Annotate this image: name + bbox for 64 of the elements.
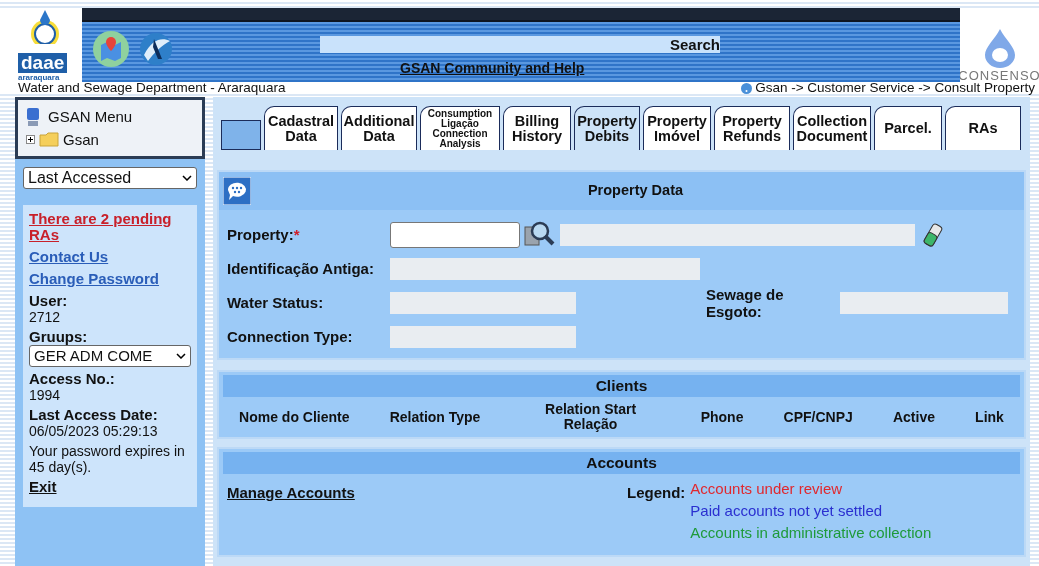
computer-icon: [26, 107, 40, 128]
search-bar[interactable]: Search: [320, 36, 720, 53]
legend-item: Paid accounts not yet settled: [690, 501, 884, 521]
community-link[interactable]: GSAN Community and Help: [400, 58, 585, 79]
manage-accounts-link[interactable]: Manage Accounts: [227, 482, 627, 544]
last-accessed-select[interactable]: Last Accessed: [23, 167, 197, 189]
required-marker: *: [293, 225, 300, 243]
tree-item[interactable]: Gsan: [63, 128, 99, 151]
section-title: Accounts: [223, 452, 1020, 474]
section-title: Property Data: [586, 181, 685, 201]
chevron-down-icon: [182, 175, 192, 181]
field-label: Water Status:: [227, 292, 325, 313]
field-value: 06/05/2023 05:29:13: [29, 423, 159, 439]
folder-icon: [39, 132, 59, 148]
tab[interactable]: Consumption Ligação Connection Analysis: [420, 106, 500, 150]
property-input[interactable]: [390, 222, 520, 248]
tab[interactable]: Parcel.: [874, 106, 942, 150]
department-name: Water and Sewage Department - Araraquara: [18, 82, 286, 94]
field-value: 1994: [29, 387, 62, 403]
group-select[interactable]: GER ADM COME: [29, 345, 191, 367]
globe-icon[interactable]: [138, 31, 174, 67]
tab-scroll-left[interactable]: [221, 120, 261, 150]
tab[interactable]: Cadastral Data: [264, 106, 338, 150]
breadcrumb: Gsan -> Customer Service -> Consult Property: [755, 82, 1035, 94]
tab[interactable]: Property Debits: [574, 106, 640, 150]
water-drop-icon: [982, 27, 1017, 69]
exit-link[interactable]: Exit: [29, 479, 191, 495]
field-label: Identificação Antiga:: [227, 258, 375, 279]
sidebar-link[interactable]: Contact Us: [29, 249, 191, 265]
sidebar-link[interactable]: Change Password: [29, 271, 191, 287]
legend-label: Legend:: [627, 483, 686, 503]
chat-icon[interactable]: [223, 177, 251, 205]
field-label: Connection Type:: [227, 326, 354, 347]
field-label: Last Access Date:: [29, 407, 159, 423]
column-header: Relation Type: [389, 409, 481, 425]
column-header: CPF/CNPJ: [783, 409, 853, 425]
field-label: Property:: [227, 225, 294, 243]
tab[interactable]: Collection Document: [793, 106, 871, 150]
map-pin-icon[interactable]: [93, 31, 129, 67]
tab[interactable]: RAs: [945, 106, 1021, 150]
daae-logo: daae araraquara: [0, 8, 82, 82]
column-header: Phone: [700, 409, 744, 425]
field-label: Gruups:: [29, 329, 89, 345]
tab[interactable]: Property Imóvel: [643, 106, 711, 150]
chevron-down-icon: [176, 353, 186, 359]
field-label: Access No.:: [29, 371, 116, 387]
expand-icon[interactable]: [26, 135, 35, 145]
tab[interactable]: Billing History: [503, 106, 571, 150]
legend-item: Accounts in administrative collection: [690, 523, 932, 543]
field-value: 2712: [29, 309, 62, 325]
column-header: Relation Start Relação: [544, 402, 638, 432]
field-label: User:: [29, 293, 69, 309]
legend-item: Accounts under review: [690, 479, 844, 499]
column-header: Active: [892, 409, 935, 425]
pending-alert-link[interactable]: There are 2 pending RAs: [29, 211, 191, 243]
menu-title: GSAN Menu: [48, 107, 133, 127]
column-header: Link: [975, 409, 1004, 425]
tab[interactable]: Additional Data: [341, 106, 417, 150]
tab[interactable]: Property Refunds: [714, 106, 790, 150]
column-header: Nome do Cliente: [239, 409, 350, 425]
password-expiry-note: Your password expires in 45 day(s).: [29, 443, 186, 475]
field-label: Sewage de Esgoto:: [706, 286, 785, 320]
section-title: Clients: [223, 375, 1020, 397]
help-icon[interactable]: [741, 82, 753, 94]
